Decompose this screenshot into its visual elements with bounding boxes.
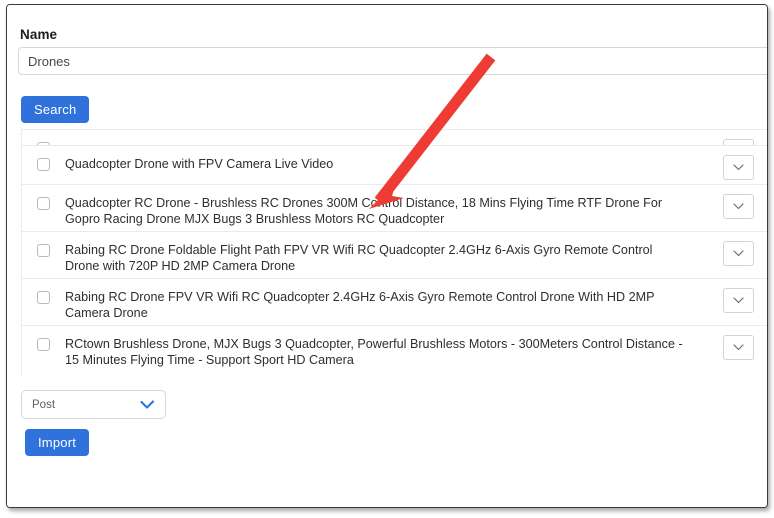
row-title: Rabing RC Drone FPV VR Wifi RC Quadcopte…	[65, 290, 655, 320]
row-title: Quadcopter RC Drone - Brushless RC Drone…	[65, 196, 663, 226]
checkbox-unchecked-icon[interactable]	[37, 338, 50, 351]
row-action-cell	[701, 185, 767, 219]
search-button[interactable]: Search	[21, 96, 90, 123]
import-button[interactable]: Import	[25, 429, 90, 456]
table-row[interactable]: Quadcopter Drone with FPV Camera Live Vi…	[22, 145, 767, 184]
chevron-down-icon	[733, 297, 744, 304]
expand-row-button[interactable]	[723, 241, 754, 266]
table-row[interactable]: RCtown Brushless Drone, MJX Bugs 3 Quadc…	[22, 325, 767, 372]
row-checkbox-cell	[22, 130, 65, 145]
expand-row-button[interactable]	[723, 155, 754, 180]
row-action-cell	[701, 326, 767, 360]
page-surface: Name Search	[7, 5, 767, 507]
row-action-cell	[701, 130, 767, 145]
row-checkbox-cell	[22, 185, 65, 210]
checkbox-unchecked-icon[interactable]	[37, 197, 50, 210]
name-field-label: Name	[20, 27, 58, 42]
chevron-down-icon	[733, 250, 744, 257]
chevron-down-icon	[733, 164, 744, 171]
row-action-cell	[701, 146, 767, 180]
table-row[interactable]	[22, 129, 767, 145]
post-type-value: Post	[32, 398, 56, 411]
row-checkbox-cell	[22, 326, 65, 351]
checkbox-unchecked-icon[interactable]	[37, 158, 50, 171]
results-list[interactable]: Quadcopter Drone with FPV Camera Live Vi…	[21, 129, 767, 377]
chevron-down-icon	[733, 203, 744, 210]
expand-row-button[interactable]	[723, 288, 754, 313]
checkbox-unchecked-icon[interactable]	[37, 291, 50, 304]
screenshot-frame: Name Search	[6, 4, 768, 508]
expand-row-button[interactable]	[723, 194, 754, 219]
row-title	[65, 130, 701, 140]
table-row[interactable]: Rabing RC Drone FPV VR Wifi RC Quadcopte…	[22, 278, 767, 325]
chevron-down-icon	[733, 344, 744, 351]
row-action-cell	[701, 279, 767, 313]
table-row[interactable]: Quadcopter RC Drone - Brushless RC Drone…	[22, 184, 767, 231]
row-title: RCtown Brushless Drone, MJX Bugs 3 Quadc…	[65, 337, 683, 367]
expand-row-button[interactable]	[723, 335, 754, 360]
table-row[interactable]: Rabing RC Drone Foldable Flight Path FPV…	[22, 231, 767, 278]
row-action-cell	[701, 232, 767, 266]
row-title: Rabing RC Drone Foldable Flight Path FPV…	[65, 243, 653, 273]
search-name-input[interactable]	[18, 47, 767, 75]
row-checkbox-cell	[22, 232, 65, 257]
chevron-down-icon[interactable]	[140, 399, 165, 410]
row-checkbox-cell	[22, 279, 65, 304]
row-checkbox-cell	[22, 146, 65, 171]
post-type-select[interactable]: Post	[21, 390, 166, 419]
row-title: Quadcopter Drone with FPV Camera Live Vi…	[65, 157, 334, 171]
checkbox-unchecked-icon[interactable]	[37, 244, 50, 257]
